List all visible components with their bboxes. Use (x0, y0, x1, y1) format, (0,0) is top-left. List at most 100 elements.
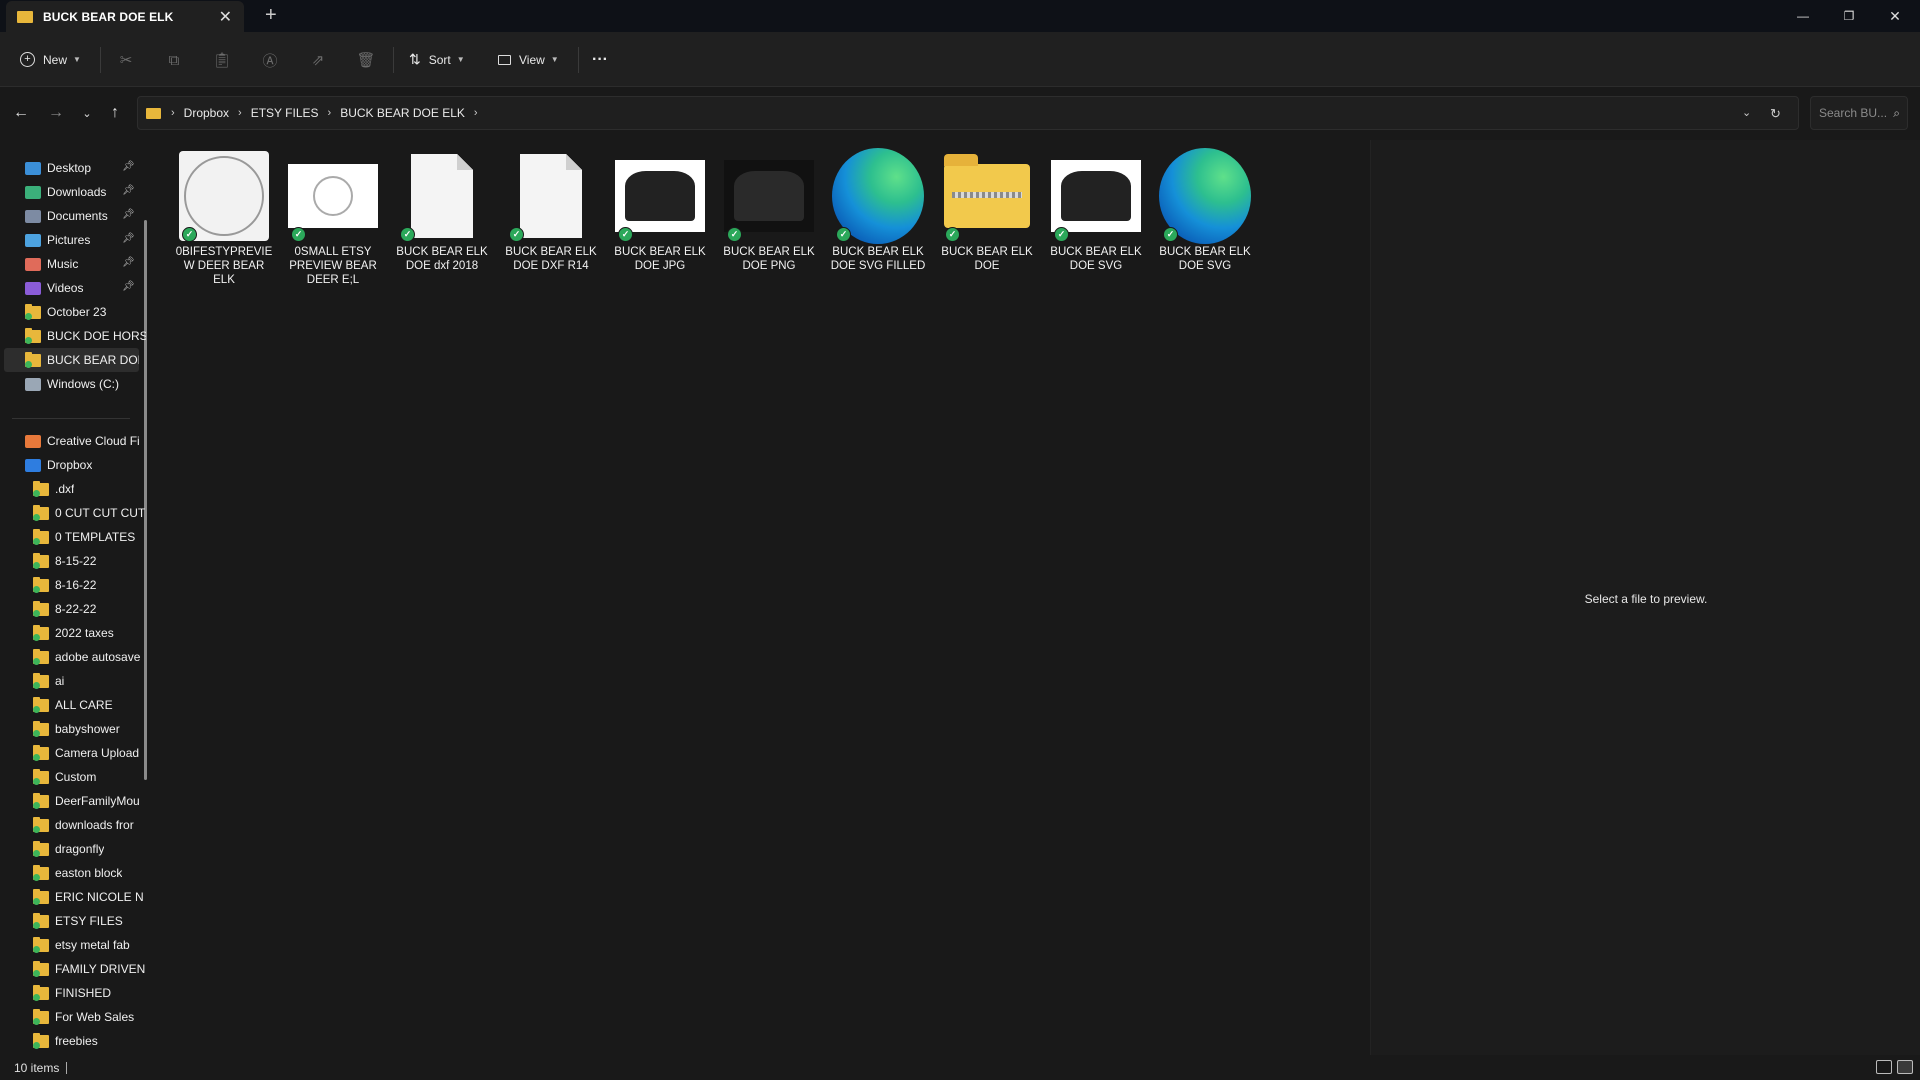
preview-message: Select a file to preview. (1584, 592, 1708, 606)
tab-close-icon[interactable]: ✕ (219, 7, 232, 27)
file-item[interactable]: ✓ BUCK BEAR ELK DOE SVG (1047, 150, 1145, 300)
view-icon (498, 54, 511, 65)
file-list: ✓ 0BIFESTYPREVIEW DEER BEAR ELK ✓ 0SMALL ET… (157, 140, 1370, 1055)
share-icon[interactable]: ⇗ (308, 50, 328, 70)
sidebar-item-buck-bear-doe[interactable]: BUCK BEAR DOE (4, 348, 139, 372)
file-item[interactable]: ✓ 0BIFESTYPREVIEW DEER BEAR ELK (175, 150, 273, 300)
view-button[interactable]: View ▼ (498, 32, 559, 87)
sidebar-dropbox-folder[interactable]: ALL CARE (0, 693, 146, 717)
sidebar-item-music[interactable]: Music 📌︎ (0, 252, 146, 276)
sidebar-item-pictures[interactable]: Pictures 📌︎ (0, 228, 146, 252)
synced-check-icon: ✓ (400, 227, 415, 242)
sidebar-dropbox-folder[interactable]: ERIC NICOLE N (0, 885, 146, 909)
sort-button[interactable]: ⇅ Sort ▼ (409, 32, 465, 87)
sidebar-dropbox-folder[interactable]: 0 TEMPLATES (0, 525, 146, 549)
tab-active[interactable]: BUCK BEAR DOE ELK ✕ (6, 1, 244, 32)
details-view-icon[interactable] (1876, 1060, 1892, 1074)
file-item[interactable]: ✓ BUCK BEAR ELK DOE JPG (611, 150, 709, 300)
synced-check-icon: ✓ (291, 227, 306, 242)
sidebar-item-label: ETSY FILES (55, 914, 123, 928)
sidebar-dropbox-folder[interactable]: downloads fror (0, 813, 146, 837)
breadcrumb-separator-icon: › (238, 107, 242, 119)
divider (393, 47, 394, 73)
sidebar-item-label: DeerFamilyMou (55, 794, 140, 808)
sidebar-dropbox-folder[interactable]: Camera Upload (0, 741, 146, 765)
sync-status-icon (33, 513, 40, 521)
breadcrumb-current-folder[interactable]: BUCK BEAR DOE ELK (340, 106, 465, 120)
sidebar-item-dropbox[interactable]: Dropbox (0, 453, 146, 477)
folder-icon (33, 1008, 49, 1025)
sidebar-dropbox-folder[interactable]: etsy metal fab (0, 933, 146, 957)
sidebar-dropbox-folder[interactable]: 8-22-22 (0, 597, 146, 621)
sync-status-icon (33, 561, 40, 569)
breadcrumb-dropbox[interactable]: Dropbox (184, 106, 229, 120)
sidebar-item-windows-c[interactable]: Windows (C:) (0, 372, 146, 396)
sidebar-dropbox-folder[interactable]: FINISHED (0, 981, 146, 1005)
sidebar-dropbox-folder[interactable]: freebies (0, 1029, 146, 1053)
download-icon (25, 185, 41, 199)
address-dropdown-icon[interactable]: ⌄ (1742, 106, 1751, 119)
folder-icon (33, 504, 49, 521)
sidebar-item-october-23[interactable]: October 23 (0, 300, 146, 324)
up-arrow-icon[interactable]: ↑ (104, 102, 126, 124)
copy-icon[interactable]: ⧉ (164, 50, 184, 70)
maximize-button[interactable]: ❐ (1826, 0, 1872, 32)
sidebar-dropbox-folder[interactable]: .dxf (0, 477, 146, 501)
sync-status-icon (33, 969, 40, 977)
new-button[interactable]: + New ▼ (20, 32, 81, 87)
new-tab-button[interactable]: + (265, 4, 277, 27)
cut-icon[interactable]: ✂ (116, 50, 136, 70)
sidebar-dropbox-folder[interactable]: For Web Sales (0, 1005, 146, 1029)
sidebar-dropbox-folder[interactable]: 2022 taxes (0, 621, 146, 645)
close-window-button[interactable]: ✕ (1872, 0, 1918, 32)
sidebar-dropbox-folder[interactable]: ai (0, 669, 146, 693)
rename-icon[interactable]: Ⓐ (260, 50, 280, 70)
sidebar-dropbox-folder[interactable]: 0 CUT CUT CUT (0, 501, 146, 525)
breadcrumb-etsy-files[interactable]: ETSY FILES (251, 106, 319, 120)
tiles-view-icon[interactable] (1897, 1060, 1913, 1074)
sync-status-icon (33, 921, 40, 929)
sidebar-dropbox-folder[interactable]: DeerFamilyMou (0, 789, 146, 813)
file-item[interactable]: ✓ BUCK BEAR ELK DOE dxf 2018 (393, 150, 491, 300)
more-options-button[interactable]: ··· (592, 32, 608, 87)
paste-icon[interactable]: 📋︎ (212, 50, 232, 70)
pin-icon: 📌︎ (122, 281, 135, 292)
forward-arrow-icon[interactable]: → (45, 102, 67, 124)
folder-icon (33, 528, 49, 545)
sidebar-item-buck-doe-hors[interactable]: BUCK DOE HORS (0, 324, 146, 348)
minimize-button[interactable]: — (1780, 0, 1826, 32)
sidebar-dropbox-folder[interactable]: Custom (0, 765, 146, 789)
sidebar-item-creative-cloud[interactable]: Creative Cloud Fi (0, 429, 146, 453)
sidebar-dropbox-folder[interactable]: babyshower (0, 717, 146, 741)
delete-icon[interactable]: 🗑︎ (356, 50, 376, 70)
sidebar-dropbox-folder[interactable]: dragonfly (0, 837, 146, 861)
file-item[interactable]: ✓ 0SMALL ETSY PREVIEW BEAR DEER E;L (284, 150, 382, 300)
synced-check-icon: ✓ (836, 227, 851, 242)
recent-locations-chevron-icon[interactable]: ⌄ (76, 102, 98, 124)
sidebar-dropbox-folder[interactable]: adobe autosave (0, 645, 146, 669)
pin-icon: 📌︎ (122, 209, 135, 220)
pin-icon: 📌︎ (122, 233, 135, 244)
file-item[interactable]: ✓ BUCK BEAR ELK DOE PNG (720, 150, 818, 300)
sidebar-dropbox-folder[interactable]: 8-16-22 (0, 573, 146, 597)
file-item[interactable]: ✓ BUCK BEAR ELK DOE (938, 150, 1036, 300)
sync-status-icon (33, 537, 40, 545)
sidebar-item-documents[interactable]: Documents 📌︎ (0, 204, 146, 228)
sidebar-dropbox-folder[interactable]: FAMILY DRIVEN (0, 957, 146, 981)
sort-label: Sort (428, 52, 451, 67)
sidebar-dropbox-folder[interactable]: easton block (0, 861, 146, 885)
image-preview-icon (1051, 160, 1141, 232)
sidebar-item-desktop[interactable]: Desktop 📌︎ (0, 156, 146, 180)
file-item[interactable]: ✓ BUCK BEAR ELK DOE SVG FILLED (829, 148, 927, 300)
refresh-icon[interactable]: ↻ (1770, 106, 1781, 122)
file-name: BUCK BEAR ELK DOE SVG (1050, 246, 1142, 272)
file-item[interactable]: ✓ BUCK BEAR ELK DOE SVG (1156, 148, 1254, 300)
sidebar-item-downloads[interactable]: Downloads 📌︎ (0, 180, 146, 204)
sidebar-dropbox-folder[interactable]: ETSY FILES (0, 909, 146, 933)
search-input[interactable]: Search BU... ⌕ (1810, 96, 1908, 130)
back-arrow-icon[interactable]: ← (10, 102, 32, 124)
address-bar[interactable]: › Dropbox › ETSY FILES › BUCK BEAR DOE E… (137, 96, 1799, 130)
file-item[interactable]: ✓ BUCK BEAR ELK DOE DXF R14 (502, 150, 600, 300)
sidebar-dropbox-folder[interactable]: 8-15-22 (0, 549, 146, 573)
sidebar-item-videos[interactable]: Videos 📌︎ (0, 276, 146, 300)
